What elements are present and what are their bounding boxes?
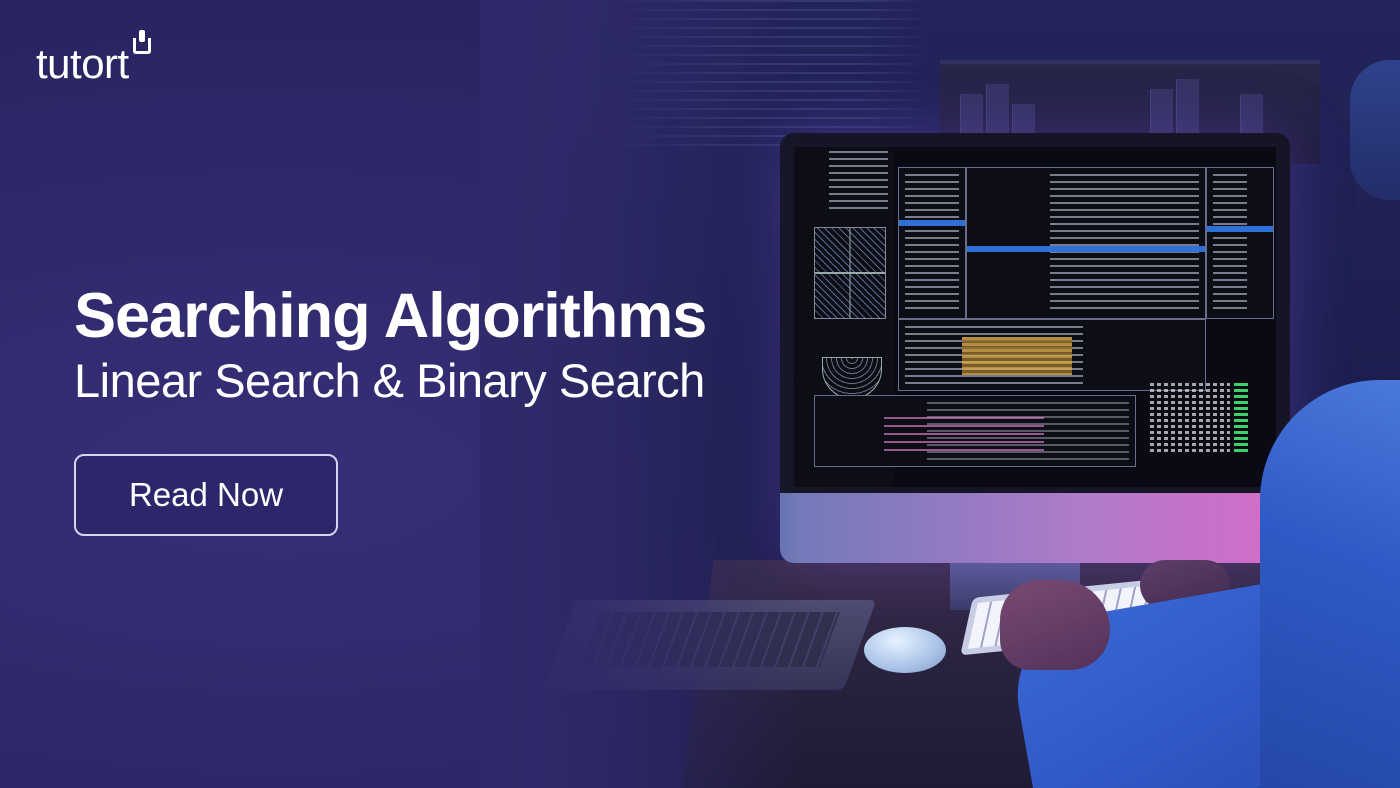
logo-book-icon [132,30,151,54]
laptop-keyboard [579,612,841,667]
highlighted-data-block [962,337,1072,375]
promo-banner: tutort Searching Algorithms Linear Searc… [0,0,1400,788]
console-output [884,417,1044,457]
3d-plot-thumbnail [822,357,882,399]
screen-status-grid [1150,383,1230,453]
screen-editor-pane [966,167,1206,319]
monitor [780,133,1290,563]
screen-outline-pane [1206,167,1274,319]
person-head [1350,60,1400,200]
screen-file-tree-pane [898,167,966,319]
wall-code-projection [570,0,930,150]
page-subtitle: Linear Search & Binary Search [74,354,705,407]
person-shoulder [1260,380,1400,788]
monitor-chin [780,493,1290,563]
screen-status-indicator [1234,383,1248,453]
logo-wordmark: tutort [36,40,129,87]
monitor-screen [794,147,1276,487]
mouse [864,627,946,673]
read-now-button[interactable]: Read Now [74,454,338,536]
page-title: Searching Algorithms [74,281,707,351]
person-hand-left [1000,580,1110,670]
brand-logo[interactable]: tutort [36,30,151,88]
plot-thumbnail [814,227,886,319]
